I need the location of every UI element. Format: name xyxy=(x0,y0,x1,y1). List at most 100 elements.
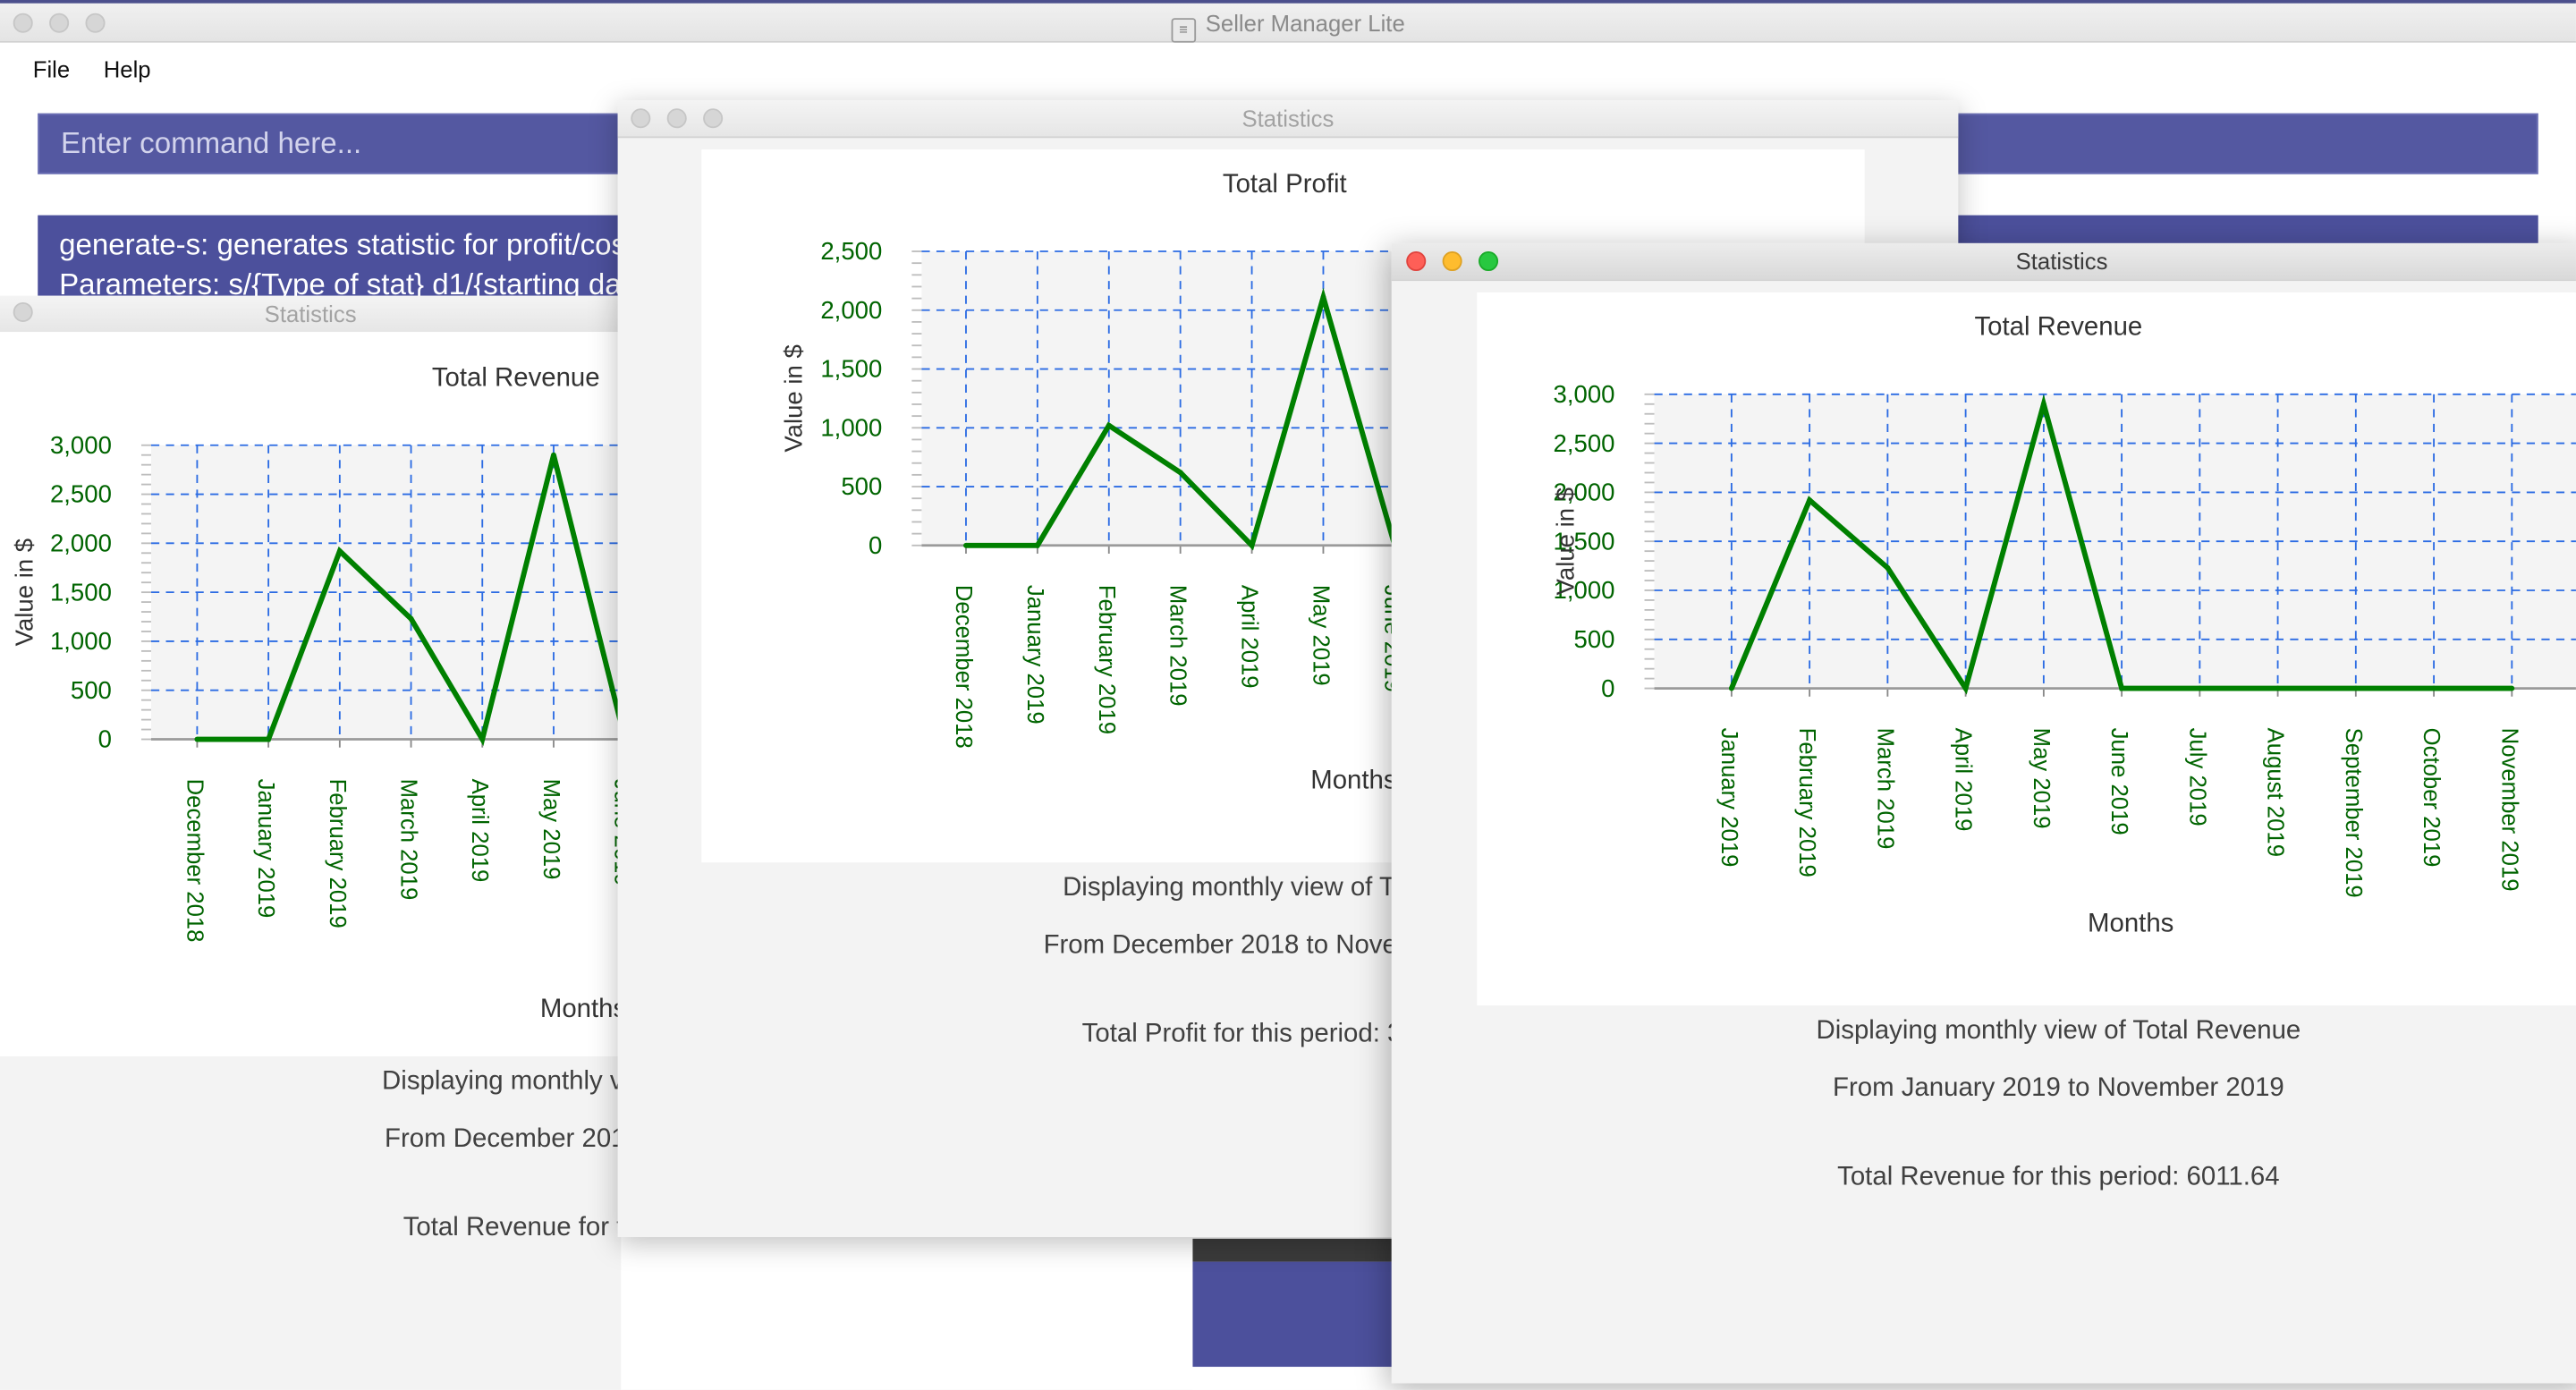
x-tick-label: September 2019 xyxy=(2341,728,2366,898)
data-point xyxy=(1106,422,1112,428)
statistics-window-revenue-back: Statistics 0 500 1,000 1,500 2,000 2,500 3,000… xyxy=(0,295,622,1390)
data-point xyxy=(551,452,556,458)
data-point xyxy=(2197,685,2203,691)
x-tick-label: January 2019 xyxy=(1716,728,1741,868)
list-panel-edge xyxy=(1192,1238,1423,1262)
window-title: Statistics xyxy=(1241,105,1335,131)
x-tick-label: March 2019 xyxy=(396,779,421,901)
menu-file[interactable]: File xyxy=(33,55,70,81)
data-point xyxy=(479,736,486,742)
x-tick-label: May 2019 xyxy=(538,779,564,880)
data-point xyxy=(1177,470,1183,476)
command-placeholder: Enter command here... xyxy=(60,126,362,160)
data-point xyxy=(2509,685,2515,691)
x-tick-label: March 2019 xyxy=(1165,585,1191,707)
y-axis-label: Value in $ xyxy=(779,344,807,452)
data-point xyxy=(1728,685,1734,691)
data-point xyxy=(1249,542,1255,548)
list-panel-item xyxy=(1192,1261,1423,1368)
result-line-1: generate-s: generates statistic for prof… xyxy=(59,228,635,262)
x-tick-label: November 2019 xyxy=(2496,728,2521,892)
y-tick-label: 1,500 xyxy=(50,578,112,606)
x-tick-label: December 2018 xyxy=(951,585,976,749)
data-point xyxy=(1807,497,1813,504)
chart-period: From December 2018 to November 2019 xyxy=(385,1125,621,1154)
x-tick-label: January 2019 xyxy=(1022,585,1047,725)
main-title-bar: ≡ Seller Manager Lite xyxy=(0,0,2576,43)
data-point xyxy=(2040,401,2046,407)
data-point xyxy=(2431,685,2437,691)
y-tick-label: 1,000 xyxy=(820,413,882,441)
y-axis-label: Value in $ xyxy=(1552,487,1580,595)
x-tick-label: April 2019 xyxy=(1237,585,1262,689)
line-chart: 05001,0001,5002,0002,5003,000January 201… xyxy=(1552,312,2576,937)
x-tick-label: February 2019 xyxy=(1794,728,1819,877)
y-tick-label: 1,000 xyxy=(50,627,112,655)
x-tick-label: May 2019 xyxy=(1308,585,1333,686)
x-axis-label: Months xyxy=(540,994,621,1023)
x-tick-label: August 2019 xyxy=(2263,728,2288,857)
chart-title: Total Profit xyxy=(1223,169,1347,199)
x-tick-label: July 2019 xyxy=(2184,728,2209,826)
menu-help[interactable]: Help xyxy=(104,55,151,81)
data-point xyxy=(1962,685,1969,691)
window-title: Statistics xyxy=(2015,248,2108,275)
window-title-bar[interactable]: Statistics xyxy=(1391,242,2576,282)
y-tick-label: 3,000 xyxy=(50,431,112,459)
x-tick-label: October 2019 xyxy=(2419,728,2444,868)
x-axis-label: Months xyxy=(1310,766,1396,795)
data-point xyxy=(266,736,272,742)
window-title-bar[interactable]: Statistics xyxy=(617,100,1959,139)
chart-panel: 0 500 1,000 1,500 2,000 2,500 3,000 January 201… xyxy=(1477,292,2576,1006)
chart-panel: 0 500 1,000 1,500 2,000 2,500 3,000 December 20… xyxy=(0,332,622,1056)
statistics-window-revenue-front: Statistics 0 500 1,000 1,500 2,000 2,500 3,000… xyxy=(1391,242,2576,1384)
x-tick-label: February 2019 xyxy=(1094,585,1119,734)
data-point xyxy=(194,736,200,742)
data-point xyxy=(2275,685,2281,691)
chart-period: From January 2019 to November 2019 xyxy=(1833,1074,2284,1103)
data-point xyxy=(1034,542,1040,548)
chart-title: Total Revenue xyxy=(1974,312,2142,342)
chart-description: Displaying monthly view of Total Revenue xyxy=(1816,1016,2301,1046)
data-point xyxy=(1320,294,1326,301)
y-tick-label: 3,000 xyxy=(1554,380,1615,408)
chart-title: Total Revenue xyxy=(432,363,600,393)
data-point xyxy=(963,542,969,548)
x-tick-label: February 2019 xyxy=(325,779,350,928)
window-title-bar[interactable]: Statistics xyxy=(0,295,622,334)
y-tick-label: 2,000 xyxy=(820,296,882,324)
main-window-title: ≡ Seller Manager Lite xyxy=(0,10,2576,43)
y-tick-label: 500 xyxy=(1574,625,1615,653)
x-tick-label: April 2019 xyxy=(1951,728,1976,832)
data-point xyxy=(1885,564,1891,571)
chart-description: Displaying monthly view of Total Revenue xyxy=(382,1067,621,1097)
y-tick-label: 2,500 xyxy=(1554,429,1615,457)
menu-bar: File Help xyxy=(0,42,2576,96)
chart-total: Total Revenue for this period: 6011.64 xyxy=(402,1214,622,1242)
line-chart: 0 500 1,000 1,500 2,000 2,500 3,000 December 20… xyxy=(11,363,622,1023)
x-tick-label: December 2018 xyxy=(182,779,207,943)
chart-total: Total Revenue for this period: 6011.64 xyxy=(1837,1163,2280,1191)
y-tick-label: 500 xyxy=(71,676,112,704)
y-tick-label: 2,000 xyxy=(50,530,112,557)
y-axis-label: Value in $ xyxy=(11,538,38,646)
y-tick-label: 2,500 xyxy=(50,480,112,508)
y-tick-label: 2,500 xyxy=(820,237,882,265)
x-axis-label: Months xyxy=(2088,908,2174,937)
x-tick-label: June 2019 xyxy=(2106,728,2131,835)
x-tick-label: January 2019 xyxy=(253,779,278,919)
app-icon: ≡ xyxy=(1171,18,1196,43)
list-panel-bottom xyxy=(1192,1367,1423,1390)
window-title: Statistics xyxy=(264,301,357,327)
y-tick-label: 0 xyxy=(98,725,112,753)
x-tick-label: April 2019 xyxy=(467,779,492,883)
main-window-title-text: Seller Manager Lite xyxy=(1205,10,1405,37)
x-tick-label: May 2019 xyxy=(2029,728,2054,829)
y-tick-label: 500 xyxy=(841,472,882,500)
data-point xyxy=(408,615,414,622)
y-tick-label: 0 xyxy=(1601,674,1614,702)
y-tick-label: 0 xyxy=(869,531,882,559)
y-tick-label: 1,500 xyxy=(820,355,882,383)
data-point xyxy=(336,548,343,555)
x-tick-label: March 2019 xyxy=(1872,728,1897,850)
